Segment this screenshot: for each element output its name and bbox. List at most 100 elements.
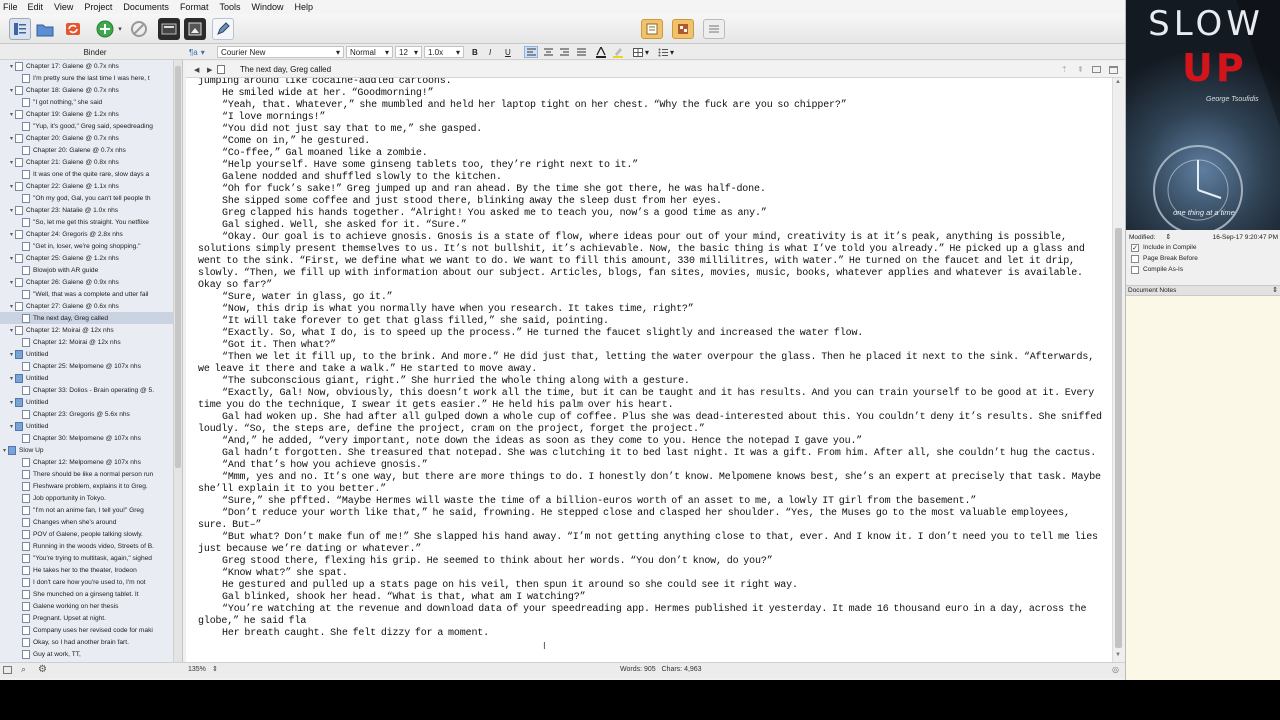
align-center-button[interactable] — [542, 46, 554, 58]
binder-item[interactable]: ▾ Chapter 17: Galene @ 0.7x nhs — [0, 60, 174, 72]
typeface-style-select[interactable]: Normal ▾ — [346, 46, 393, 58]
paragraph[interactable]: He smiled wide at her. “Goodmorning!” — [198, 88, 1103, 100]
binder-item[interactable]: ▾ Chapter 12: Moirai @ 12x nhs — [0, 324, 174, 336]
checkbox[interactable] — [1131, 254, 1139, 263]
zoom-stepper-icon[interactable]: ⇕ — [212, 665, 218, 673]
binder-item[interactable]: ▾ Chapter 26: Galene @ 0.9x nhs — [0, 276, 174, 288]
paragraph[interactable]: “Now, this drip is what you normally hav… — [198, 304, 1103, 316]
disclosure-triangle-icon[interactable]: ▾ — [8, 183, 15, 190]
bold-button[interactable]: B — [472, 46, 482, 58]
binder-item[interactable]: ▾ Untitled — [0, 348, 174, 360]
binder-item[interactable]: Chapter 25: Melpomene @ 107x nhs — [0, 360, 174, 372]
disclosure-triangle-icon[interactable]: ▾ — [8, 231, 15, 238]
align-left-button[interactable] — [524, 46, 538, 58]
binder-item[interactable]: "You're trying to multitask, again," sig… — [0, 552, 174, 564]
binder-item[interactable]: "I got nothing," she said — [0, 96, 174, 108]
text-editor[interactable]: jumping around like cocaine-addled carto… — [186, 78, 1112, 662]
binder-item[interactable]: He takes her to the theater, Irodeon — [0, 564, 174, 576]
paragraph-style-button[interactable]: ¶a ▾ — [189, 46, 215, 58]
binder-toggle-button[interactable] — [9, 18, 31, 40]
disclosure-triangle-icon[interactable]: ▾ — [8, 87, 15, 94]
highlight-button[interactable] — [612, 46, 624, 58]
binder-item[interactable]: ▾ Chapter 18: Galene @ 0.7x nhs — [0, 84, 174, 96]
binder-item[interactable]: ▾ Chapter 20: Galene @ 0.7x nhs — [0, 132, 174, 144]
binder-item[interactable]: Chapter 12: Melpomene @ 107x nhs — [0, 456, 174, 468]
paragraph[interactable]: She sipped some coffee and just stood th… — [198, 196, 1103, 208]
paragraph[interactable]: Greg stood there, flexing his grip. He s… — [198, 556, 1103, 568]
binder-item[interactable]: Chapter 20: Galene @ 0.7x nhs — [0, 144, 174, 156]
binder-item[interactable]: ▾ Untitled — [0, 420, 174, 432]
paragraph[interactable]: “You did not just say that to me,” she g… — [198, 124, 1103, 136]
paragraph[interactable]: “Sure, water in glass, go it.” — [198, 292, 1103, 304]
zoom-level[interactable]: 135% — [188, 666, 206, 673]
disclosure-triangle-icon[interactable]: ▾ — [8, 63, 15, 70]
menu-file[interactable]: File — [3, 2, 18, 12]
paragraph[interactable]: “You’re watching at the revenue and down… — [198, 604, 1103, 628]
checkbox[interactable]: ✓ — [1131, 243, 1139, 252]
disclosure-triangle-icon[interactable]: ▾ — [8, 327, 15, 334]
checkbox[interactable] — [1131, 265, 1139, 274]
binder-item[interactable]: Chapter 12: Moirai @ 12x nhs — [0, 336, 174, 348]
paragraph[interactable]: “Exactly, Gal! Now, obviously, this does… — [198, 388, 1103, 412]
nav-forward-icon[interactable]: ▶ — [207, 66, 212, 74]
add-button[interactable] — [94, 18, 116, 40]
quick-reference-button[interactable] — [212, 18, 234, 40]
binder-item[interactable]: Pregnant. Upset at night. — [0, 612, 174, 624]
paragraph[interactable]: Greg clapped his hands together. “Alrigh… — [198, 208, 1103, 220]
modified-stepper-icon[interactable]: ⇕ — [1165, 233, 1171, 241]
disclosure-triangle-icon[interactable]: ▾ — [8, 375, 15, 382]
paragraph[interactable]: “Co-ffee,” Gal moaned like a zombie. — [198, 148, 1103, 160]
paragraph[interactable]: Gal blinked, shook her head. “What is th… — [198, 592, 1103, 604]
binder-item[interactable]: "I'm not an anime fan, I tell you!" Greg — [0, 504, 174, 516]
binder-item[interactable]: Okay, so I had another brain fart. — [0, 636, 174, 648]
bookmark-icon[interactable]: ⇡ — [1061, 65, 1068, 74]
binder-item[interactable]: ▾ Chapter 19: Galene @ 1.2x nhs — [0, 108, 174, 120]
disclosure-triangle-icon[interactable]: ▾ — [8, 279, 15, 286]
underline-button[interactable]: U — [505, 46, 515, 58]
view-scrivenings-button[interactable] — [641, 19, 663, 39]
paragraph[interactable]: “Yeah, that. Whatever,” she mumbled and … — [198, 100, 1103, 112]
compile-checkbox-row[interactable]: Page Break Before — [1126, 253, 1280, 264]
compile-checkbox-row[interactable]: ✓ Include in Compile — [1126, 242, 1280, 253]
document-notes-area[interactable] — [1126, 296, 1280, 680]
binder-item[interactable]: Running in the woods video, Streets of B… — [0, 540, 174, 552]
binder-scroll-thumb[interactable] — [175, 66, 181, 468]
item-link-icon[interactable]: ⇞ — [1077, 65, 1084, 74]
target-icon[interactable]: ◎ — [1112, 665, 1119, 674]
disclosure-triangle-icon[interactable]: ▾ — [8, 351, 15, 358]
binder-item[interactable]: Blowjob with AR guide — [0, 264, 174, 276]
paragraph[interactable]: “Exactly. So, what I do, is to speed up … — [198, 328, 1103, 340]
paragraph[interactable]: “And,” he added, “very important, note d… — [198, 436, 1103, 448]
binder-item[interactable]: ▾ Untitled — [0, 372, 174, 384]
split-editor-icon[interactable] — [1092, 66, 1101, 73]
disclosure-triangle-icon[interactable]: ▾ — [8, 303, 15, 310]
editor-scroll-thumb[interactable] — [1115, 228, 1122, 648]
disclosure-triangle-icon[interactable]: ▾ — [8, 135, 15, 142]
editor-scrollbar[interactable]: ▲ ▼ — [1112, 78, 1124, 662]
binder-item[interactable]: "Oh my god, Gal, you can't tell people t… — [0, 192, 174, 204]
paragraph[interactable]: “The subconscious giant, right.” She hur… — [198, 376, 1103, 388]
nav-back-icon[interactable]: ◀ — [194, 66, 199, 74]
paragraph[interactable]: “Then we let it fill up, to the brink. A… — [198, 352, 1103, 376]
paragraph[interactable]: “Know what?” she spat. — [198, 568, 1103, 580]
menu-window[interactable]: Window — [251, 2, 283, 12]
paragraph[interactable]: “And that’s how you achieve gnosis.” — [198, 460, 1103, 472]
paragraph[interactable]: He gestured and pulled up a stats page o… — [198, 580, 1103, 592]
table-button[interactable]: ▾ — [633, 46, 655, 58]
paragraph[interactable]: “Oh for fuck’s sake!” Greg jumped up and… — [198, 184, 1103, 196]
binder-item[interactable]: She munched on a ginseng tablet. It — [0, 588, 174, 600]
font-select[interactable]: Courier New ▾ — [217, 46, 344, 58]
binder-item[interactable]: Chapter 30: Melpomene @ 107x nhs — [0, 432, 174, 444]
justify-button[interactable] — [575, 46, 587, 58]
disclosure-triangle-icon[interactable]: ▾ — [8, 207, 15, 214]
binder-item[interactable]: Changes when she's around — [0, 516, 174, 528]
compile-checkbox-row[interactable]: Compile As-Is — [1126, 264, 1280, 275]
paragraph[interactable]: Gal had woken up. She had after all gulp… — [198, 412, 1103, 436]
disclosure-triangle-icon[interactable]: ▾ — [8, 255, 15, 262]
font-size-select[interactable]: 12 ▾ — [395, 46, 422, 58]
add-dropdown-chevron-icon[interactable]: ▾ — [116, 18, 124, 40]
paragraph[interactable]: “Sure,” she pffted. “Maybe Hermes will w… — [198, 496, 1103, 508]
view-outliner-button[interactable] — [703, 19, 725, 39]
binder-search-icon[interactable]: ⌕ — [21, 664, 26, 675]
binder-item[interactable]: ▾ Slow Up — [0, 444, 174, 456]
